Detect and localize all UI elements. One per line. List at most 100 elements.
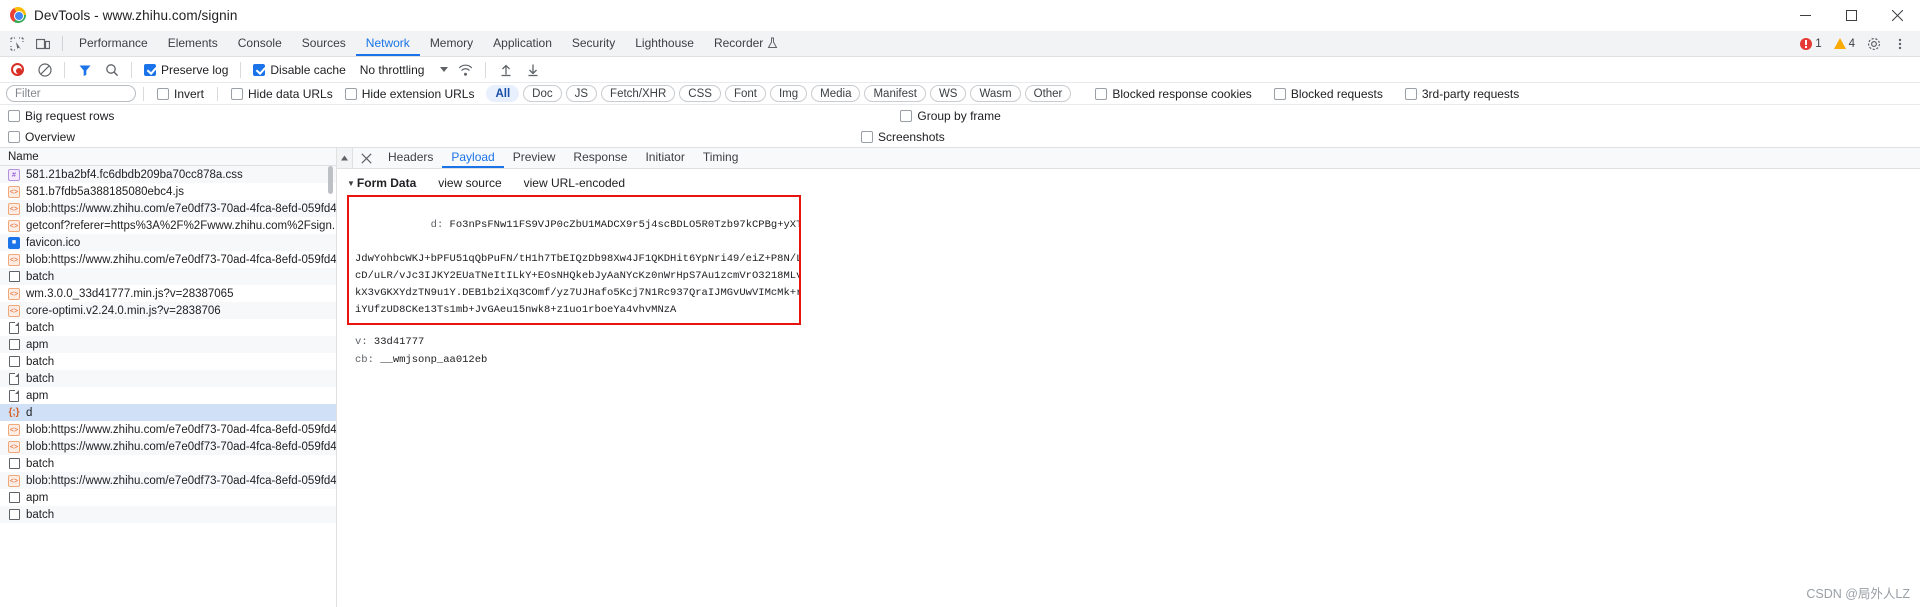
request-row[interactable]: <> blob:https://www.zhihu.com/e7e0df73-70… [0,421,336,438]
filter-input[interactable] [6,85,136,102]
preserve-log-checkbox[interactable]: Preserve log [138,63,234,77]
request-row[interactable]: batch [0,319,336,336]
type-filter-other[interactable]: Other [1024,85,1072,102]
overview-label: Overview [25,129,76,144]
type-filter-media[interactable]: Media [811,85,861,102]
request-row[interactable]: #581.21ba2bf4.fc6dbdb209ba70cc878a.css [0,166,336,183]
import-har-icon[interactable] [492,57,519,83]
request-row[interactable]: <> core-optimi.v2.24.0.min.js?v=2838706 [0,302,336,319]
scroll-up-icon[interactable] [337,148,353,168]
detail-tab-payload[interactable]: Payload [442,148,504,168]
tab-elements[interactable]: Elements [158,31,228,56]
request-row[interactable]: batch [0,370,336,387]
request-row[interactable]: <> blob:https://www.zhihu.com/e7e0df73-70… [0,251,336,268]
maximize-icon[interactable] [1828,0,1874,31]
request-row[interactable]: ■ favicon.ico [0,234,336,251]
blocked-requests-checkbox[interactable]: Blocked requests [1268,87,1389,101]
inspect-element-icon[interactable] [4,31,30,56]
warning-count-badge[interactable]: 4 [1829,38,1860,50]
tab-network[interactable]: Network [355,31,420,56]
type-filter-all[interactable]: All [486,85,520,102]
view-url-encoded-link[interactable]: view URL-encoded [524,176,625,190]
request-row[interactable]: batch [0,353,336,370]
checkbox-box [231,87,244,100]
view-source-link[interactable]: view source [438,176,501,190]
type-filter-img[interactable]: Img [769,85,808,102]
request-row[interactable]: apm [0,336,336,353]
detail-tab-preview[interactable]: Preview [504,148,565,168]
request-row[interactable]: batch [0,268,336,285]
request-row[interactable]: <> blob:https://www.zhihu.com/e7e0df73-70… [0,438,336,455]
overview-checkbox[interactable]: Overview [8,130,81,144]
tab-label: Response [573,150,628,164]
request-row[interactable]: batch [0,506,336,523]
request-row[interactable]: <> wm.3.0.0_33d41777.min.js?v=28387065 [0,285,336,302]
scrollbar-thumb[interactable] [328,166,333,194]
tab-console[interactable]: Console [228,31,292,56]
request-row[interactable]: batch [0,455,336,472]
request-list-scrollbar[interactable] [328,166,335,607]
type-filter-wasm[interactable]: Wasm [970,85,1021,102]
hide-data-urls-checkbox[interactable]: Hide data URLs [225,87,339,101]
error-icon [1800,37,1813,50]
clear-button[interactable] [31,57,58,83]
record-button[interactable] [4,57,31,83]
search-icon[interactable] [98,57,125,83]
close-detail-icon[interactable] [353,148,379,168]
type-filter-js[interactable]: JS [565,85,598,102]
export-har-icon[interactable] [519,57,546,83]
network-conditions-icon[interactable] [452,57,479,83]
error-count-badge[interactable]: 1 [1795,37,1826,50]
tab-memory[interactable]: Memory [420,31,483,56]
checkbox-box [8,130,20,143]
type-filter-fetch-xhr[interactable]: Fetch/XHR [601,85,676,102]
tab-sources[interactable]: Sources [292,31,356,56]
type-filter-css[interactable]: CSS [679,85,721,102]
detail-tab-initiator[interactable]: Initiator [636,148,693,168]
more-vertical-icon[interactable] [1888,33,1912,55]
minimize-icon[interactable] [1782,0,1828,31]
devtools-window: DevTools - www.zhihu.com/signin Performa… [0,0,1920,607]
detail-tab-headers[interactable]: Headers [379,148,442,168]
request-row[interactable]: <> 581.b7fdb5a388185080ebc4.js [0,183,336,200]
screenshots-checkbox[interactable]: Screenshots [861,130,951,144]
type-filter-doc[interactable]: Doc [523,85,562,102]
options-row-1: Big request rows Group by frame [0,105,1920,126]
disable-cache-checkbox[interactable]: Disable cache [247,63,351,77]
throttling-select[interactable]: No throttling [352,63,453,77]
third-party-requests-checkbox[interactable]: 3rd-party requests [1399,87,1525,101]
form-data-entry-d: d: Fo3nPsFNw11FS9VJP0cZbU1MADCX9r5j4scBD… [355,200,799,251]
type-filter-ws[interactable]: WS [929,85,967,102]
hide-extension-urls-checkbox[interactable]: Hide extension URLs [339,87,481,101]
detail-tab-response[interactable]: Response [564,148,636,168]
tab-lighthouse[interactable]: Lighthouse [625,31,704,56]
form-data-header[interactable]: ▼ Form Data view source view URL-encoded [347,176,1920,190]
type-filter-manifest[interactable]: Manifest [864,85,926,102]
request-row[interactable]: apm [0,387,336,404]
gear-icon[interactable] [1862,33,1886,55]
type-filter-font[interactable]: Font [724,85,766,102]
request-row[interactable]: <> blob:https://www.zhihu.com/e7e0df73-70… [0,472,336,489]
form-data-value: __wmjsonp_aa012eb [380,354,488,366]
tab-recorder[interactable]: Recorder [704,31,788,56]
group-by-frame-checkbox[interactable]: Group by frame [900,109,1006,123]
tab-application[interactable]: Application [483,31,562,56]
tab-security[interactable]: Security [562,31,625,56]
request-row[interactable]: <> getconf?referer=https%3A%2F%2Fwww.zhih… [0,217,336,234]
tab-performance[interactable]: Performance [69,31,158,56]
request-row[interactable]: <> blob:https://www.zhihu.com/e7e0df73-70… [0,200,336,217]
detail-tab-timing[interactable]: Timing [694,148,748,168]
collapse-triangle-icon[interactable]: ▼ [347,179,355,188]
request-row[interactable]: {;} d [0,404,336,421]
request-list-header[interactable]: Name [0,147,336,166]
close-icon[interactable] [1874,0,1920,31]
filter-icon[interactable] [71,57,98,83]
checkbox-box [344,87,357,100]
big-request-rows-checkbox[interactable]: Big request rows [8,109,120,123]
device-toolbar-icon[interactable] [30,31,56,56]
request-row[interactable]: apm [0,489,336,506]
request-list[interactable]: #581.21ba2bf4.fc6dbdb209ba70cc878a.css <>… [0,166,336,607]
invert-checkbox[interactable]: Invert [151,87,210,101]
blocked-response-cookies-checkbox[interactable]: Blocked response cookies [1089,87,1257,101]
warning-count: 4 [1848,37,1855,50]
